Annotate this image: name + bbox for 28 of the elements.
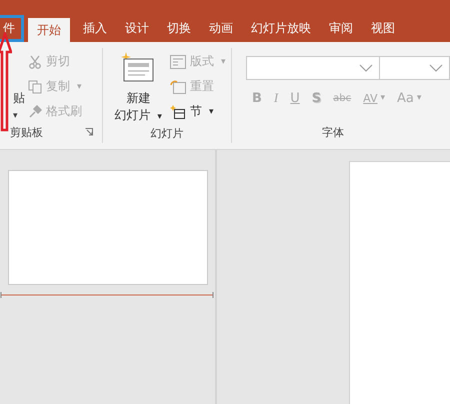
ribbon-tab[interactable]: 设计 — [116, 15, 158, 42]
paste-button[interactable]: 贴 — [13, 90, 25, 107]
group-label: 剪贴板 — [10, 124, 43, 140]
ribbon-tab[interactable]: 插入 — [74, 15, 116, 42]
chevron-down-icon[interactable] — [429, 64, 443, 72]
chevron-down-icon[interactable] — [359, 64, 373, 72]
slide-thumbnail[interactable] — [8, 170, 208, 285]
layout-icon — [170, 54, 186, 68]
ribbon-tab[interactable]: 幻灯片放映 — [242, 15, 320, 42]
ribbon-tab[interactable]: 审阅 — [320, 15, 362, 42]
brush-icon — [28, 104, 42, 118]
ribbon-tab[interactable]: 视图 — [362, 15, 404, 42]
ribbon-button[interactable]: 节 ▾ — [170, 102, 226, 121]
caret-icon[interactable]: ▾ — [13, 111, 18, 121]
dialog-launcher-icon[interactable] — [85, 128, 93, 136]
group-label: 字体 — [322, 124, 344, 140]
ribbon-tab[interactable]: 开始 — [28, 18, 70, 42]
scissors-icon — [28, 54, 42, 68]
font-name-field[interactable] — [246, 56, 380, 80]
new-slide-icon — [121, 52, 156, 84]
new-slide-button[interactable]: 新建 幻灯片 ▾ — [114, 48, 162, 124]
section-icon — [170, 104, 186, 118]
ribbon-tab[interactable]: 动画 — [200, 15, 242, 42]
group-label: 幻灯片 — [150, 126, 184, 141]
copy-icon — [28, 80, 42, 94]
reset-icon — [170, 80, 186, 94]
font-size-field[interactable] — [380, 56, 450, 80]
ribbon-tab[interactable]: 切换 — [158, 15, 200, 42]
